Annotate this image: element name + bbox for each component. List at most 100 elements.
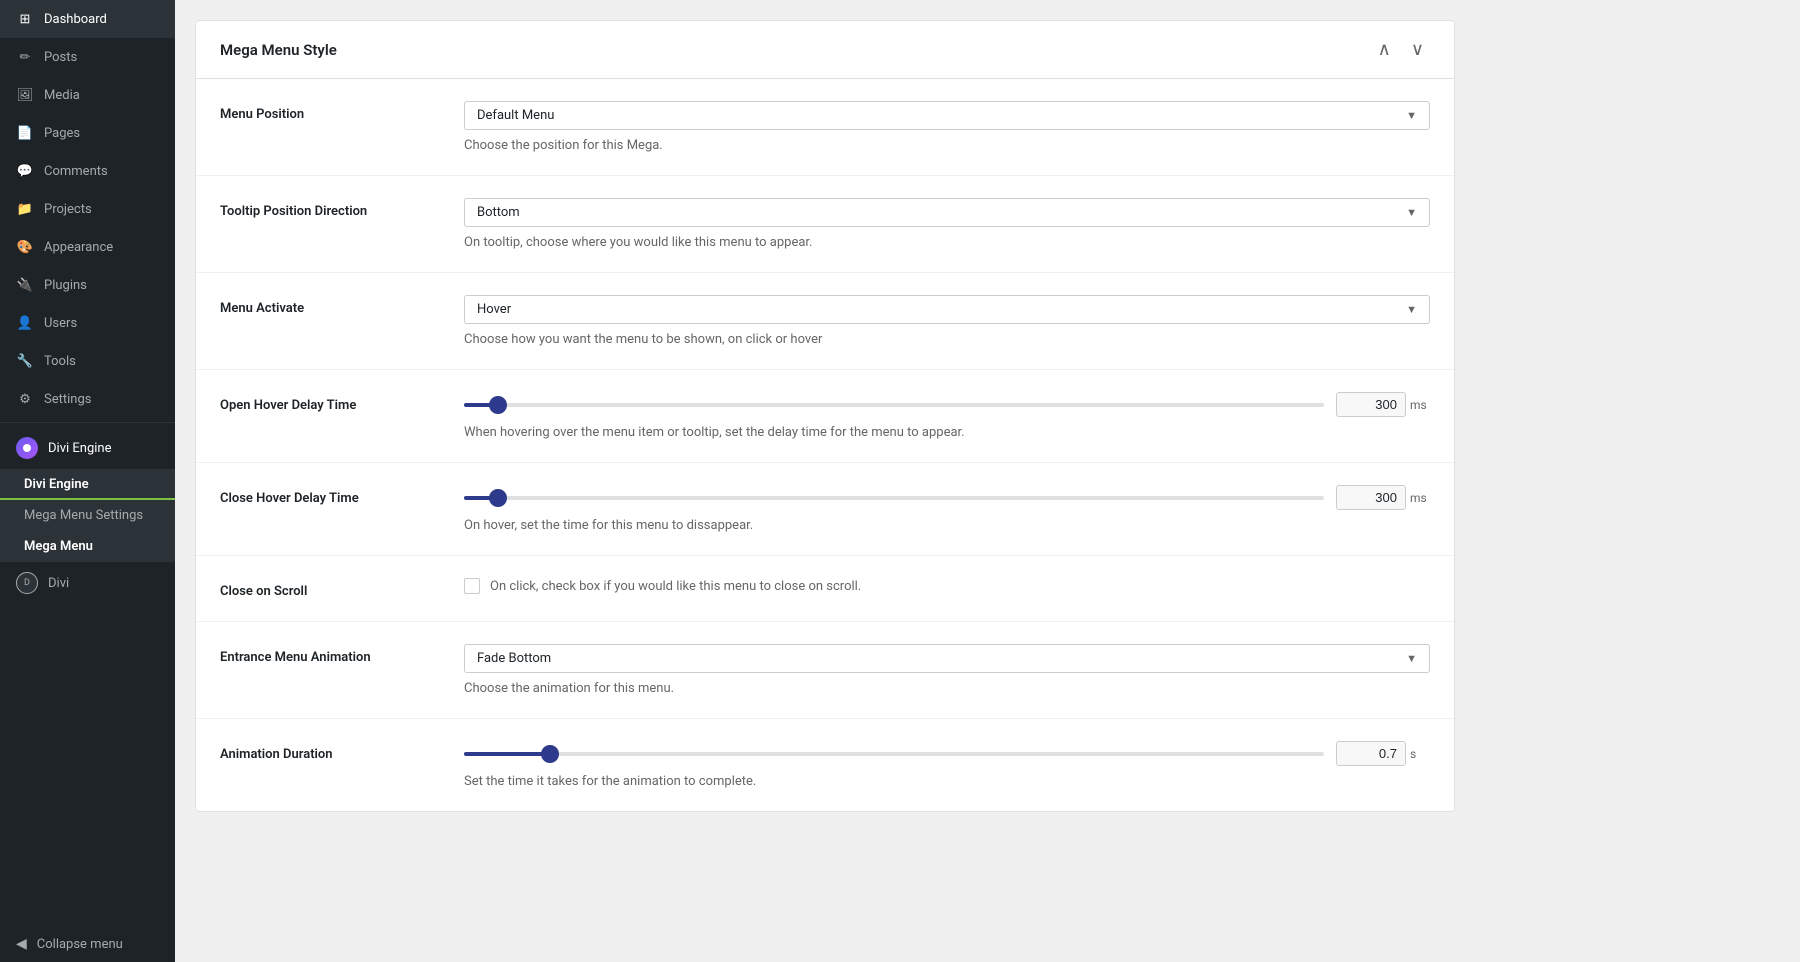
- pages-icon: 📄: [16, 124, 34, 142]
- sub-menu-label: Mega Menu: [24, 539, 93, 554]
- sidebar-item-media[interactable]: 🖼 Media: [0, 76, 175, 114]
- close-on-scroll-row: Close on Scroll On click, check box if y…: [196, 556, 1454, 622]
- close-hover-delay-unit: ms: [1410, 491, 1430, 505]
- close-hover-delay-track[interactable]: [464, 496, 1324, 500]
- close-hover-delay-row: Close Hover Delay Time ms On hover, set …: [196, 463, 1454, 556]
- entrance-animation-description: Choose the animation for this menu.: [464, 681, 1430, 696]
- entrance-animation-select[interactable]: Fade Bottom ▼: [464, 644, 1430, 673]
- sidebar-item-label: Comments: [44, 164, 108, 179]
- open-hover-delay-input[interactable]: [1336, 392, 1406, 417]
- divi-logo-icon: D: [16, 572, 38, 594]
- projects-icon: 📁: [16, 200, 34, 218]
- open-hover-delay-track[interactable]: [464, 403, 1324, 407]
- close-hover-delay-slider-row: ms: [464, 485, 1430, 510]
- entrance-animation-content: Fade Bottom ▼ Choose the animation for t…: [464, 644, 1430, 696]
- collapse-icon: ◀: [16, 936, 27, 952]
- sub-menu: Divi Engine Mega Menu Settings Mega Menu: [0, 469, 175, 562]
- sidebar-item-projects[interactable]: 📁 Projects: [0, 190, 175, 228]
- animation-duration-unit: s: [1410, 747, 1430, 761]
- media-icon: 🖼: [16, 86, 34, 104]
- menu-activate-row: Menu Activate Hover ▼ Choose how you wan…: [196, 273, 1454, 370]
- open-hover-delay-label: Open Hover Delay Time: [220, 392, 440, 413]
- sidebar-item-divi[interactable]: D Divi: [0, 562, 175, 604]
- panel-header: Mega Menu Style ∧ ∨: [196, 21, 1454, 79]
- sidebar-item-users[interactable]: 👤 Users: [0, 304, 175, 342]
- sidebar-item-label: Users: [44, 316, 77, 331]
- panel-collapse-button[interactable]: ∧: [1372, 37, 1397, 62]
- menu-position-row: Menu Position Default Menu ▼ Choose the …: [196, 79, 1454, 176]
- menu-position-content: Default Menu ▼ Choose the position for t…: [464, 101, 1430, 153]
- open-hover-delay-thumb[interactable]: [489, 396, 507, 414]
- panel-controls: ∧ ∨: [1372, 37, 1430, 62]
- comments-icon: 💬: [16, 162, 34, 180]
- menu-position-select[interactable]: Default Menu ▼: [464, 101, 1430, 130]
- sidebar-item-label: Tools: [44, 354, 76, 369]
- sidebar-item-label: Dashboard: [44, 12, 107, 27]
- animation-duration-thumb[interactable]: [541, 745, 559, 763]
- settings-panel: Mega Menu Style ∧ ∨ Menu Position Defaul…: [195, 20, 1455, 812]
- menu-activate-content: Hover ▼ Choose how you want the menu to …: [464, 295, 1430, 347]
- divi-engine-label: Divi Engine: [48, 441, 111, 456]
- sidebar-item-divi-engine[interactable]: Divi Engine: [0, 427, 175, 469]
- tools-icon: 🔧: [16, 352, 34, 370]
- close-on-scroll-label: Close on Scroll: [220, 578, 440, 599]
- menu-position-description: Choose the position for this Mega.: [464, 138, 1430, 153]
- collapse-menu-item[interactable]: ◀ Collapse menu: [0, 926, 175, 962]
- sidebar: ⊞ Dashboard ✏ Posts 🖼 Media 📄 Pages 💬 Co…: [0, 0, 175, 962]
- close-hover-delay-thumb[interactable]: [489, 489, 507, 507]
- sidebar-item-pages[interactable]: 📄 Pages: [0, 114, 175, 152]
- chevron-down-icon: ▼: [1406, 652, 1417, 665]
- sidebar-item-posts[interactable]: ✏ Posts: [0, 38, 175, 76]
- menu-activate-description: Choose how you want the menu to be shown…: [464, 332, 1430, 347]
- panel-expand-button[interactable]: ∨: [1405, 37, 1430, 62]
- open-hover-delay-unit: ms: [1410, 398, 1430, 412]
- entrance-animation-row: Entrance Menu Animation Fade Bottom ▼ Ch…: [196, 622, 1454, 719]
- tooltip-position-value: Bottom: [477, 205, 520, 220]
- animation-duration-row: Animation Duration s Set the time it tak…: [196, 719, 1454, 811]
- animation-duration-content: s Set the time it takes for the animatio…: [464, 741, 1430, 789]
- menu-activate-label: Menu Activate: [220, 295, 440, 316]
- animation-duration-description: Set the time it takes for the animation …: [464, 774, 1430, 789]
- menu-activate-value: Hover: [477, 302, 511, 317]
- entrance-animation-label: Entrance Menu Animation: [220, 644, 440, 665]
- sub-menu-label: Divi Engine: [24, 477, 89, 492]
- close-on-scroll-checkbox[interactable]: [464, 578, 480, 594]
- chevron-down-icon: ▼: [1406, 206, 1417, 219]
- sidebar-item-settings[interactable]: ⚙ Settings: [0, 380, 175, 418]
- sidebar-item-label: Projects: [44, 202, 92, 217]
- sidebar-item-divi-engine-sub[interactable]: Divi Engine: [0, 469, 175, 500]
- sidebar-item-label: Appearance: [44, 240, 113, 255]
- animation-duration-input[interactable]: [1336, 741, 1406, 766]
- entrance-animation-value: Fade Bottom: [477, 651, 551, 666]
- sub-menu-label: Mega Menu Settings: [24, 508, 143, 523]
- menu-position-value: Default Menu: [477, 108, 554, 123]
- animation-duration-input-group: s: [1336, 741, 1430, 766]
- open-hover-delay-row: Open Hover Delay Time ms When hovering o…: [196, 370, 1454, 463]
- close-hover-delay-input[interactable]: [1336, 485, 1406, 510]
- sidebar-item-mega-menu-settings[interactable]: Mega Menu Settings: [0, 500, 175, 531]
- divi-label: Divi: [48, 576, 69, 591]
- sidebar-item-mega-menu[interactable]: Mega Menu: [0, 531, 175, 562]
- open-hover-delay-description: When hovering over the menu item or tool…: [464, 425, 1430, 440]
- animation-duration-track[interactable]: [464, 752, 1324, 756]
- animation-duration-slider-row: s: [464, 741, 1430, 766]
- collapse-label: Collapse menu: [37, 937, 123, 952]
- settings-icon: ⚙: [16, 390, 34, 408]
- tooltip-position-select[interactable]: Bottom ▼: [464, 198, 1430, 227]
- sidebar-item-appearance[interactable]: 🎨 Appearance: [0, 228, 175, 266]
- sidebar-item-dashboard[interactable]: ⊞ Dashboard: [0, 0, 175, 38]
- posts-icon: ✏: [16, 48, 34, 66]
- dashboard-icon: ⊞: [16, 10, 34, 28]
- tooltip-position-label: Tooltip Position Direction: [220, 198, 440, 219]
- sidebar-item-tools[interactable]: 🔧 Tools: [0, 342, 175, 380]
- animation-duration-fill: [464, 752, 550, 756]
- sidebar-item-plugins[interactable]: 🔌 Plugins: [0, 266, 175, 304]
- chevron-down-icon: ▼: [1406, 109, 1417, 122]
- menu-activate-select[interactable]: Hover ▼: [464, 295, 1430, 324]
- sidebar-item-comments[interactable]: 💬 Comments: [0, 152, 175, 190]
- sidebar-item-label: Media: [44, 88, 80, 103]
- close-hover-delay-input-group: ms: [1336, 485, 1430, 510]
- animation-duration-label: Animation Duration: [220, 741, 440, 762]
- sidebar-item-label: Pages: [44, 126, 80, 141]
- plugins-icon: 🔌: [16, 276, 34, 294]
